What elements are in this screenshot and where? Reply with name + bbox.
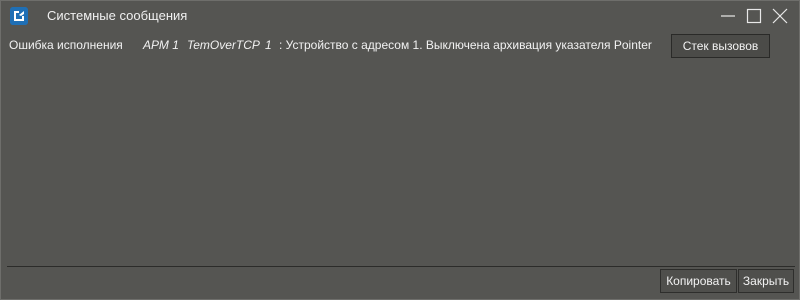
message-type: Ошибка исполнения bbox=[9, 38, 123, 52]
minimize-icon[interactable] bbox=[717, 5, 739, 27]
app-logo-icon bbox=[10, 7, 28, 25]
title-bar[interactable]: Системные сообщения bbox=[1, 1, 799, 31]
message-workstation: АРМ 1 bbox=[143, 38, 179, 52]
system-messages-window: Системные сообщения Ошибка исполнения АР… bbox=[0, 0, 800, 300]
close-button[interactable]: Закрыть bbox=[738, 269, 794, 293]
message-device-number: 1 bbox=[265, 38, 272, 52]
window-title: Системные сообщения bbox=[47, 8, 188, 23]
message-device: TemOverTCP bbox=[187, 38, 260, 52]
maximize-icon[interactable] bbox=[743, 5, 765, 27]
close-icon[interactable] bbox=[769, 5, 791, 27]
copy-button[interactable]: Копировать bbox=[660, 269, 737, 293]
call-stack-button[interactable]: Стек вызовов bbox=[671, 34, 770, 58]
message-text: : Устройство с адресом 1. Выключена архи… bbox=[279, 38, 652, 52]
message-list[interactable]: Ошибка исполнения АРМ 1 TemOverTCP 1 : У… bbox=[7, 31, 795, 267]
message-row[interactable]: Ошибка исполнения АРМ 1 TemOverTCP 1 : У… bbox=[9, 37, 669, 55]
